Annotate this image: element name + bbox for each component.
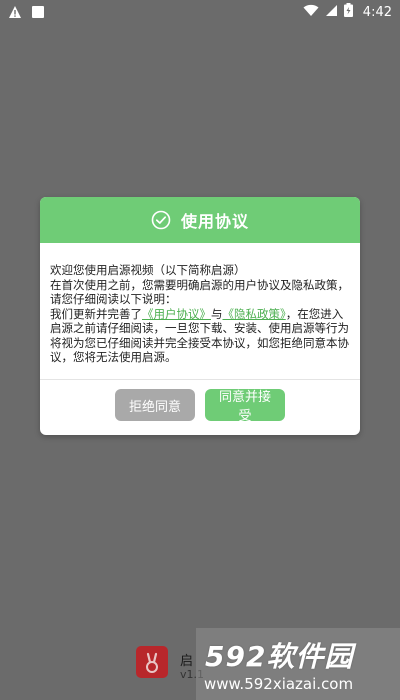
check-circle-icon [151,210,171,230]
agreement-dialog: 使用协议 欢迎您使用启源视频（以下简称启源） 在首次使用之前，您需要明确启源的用… [40,197,360,435]
signal-icon [325,4,338,21]
dialog-actions: 拒绝同意 同意并接受 [40,380,360,424]
body-intro: 欢迎您使用启源视频（以下简称启源） [50,263,246,277]
user-agreement-link[interactable]: 《用户协议》 [142,307,211,321]
status-right: 4:42 [303,3,400,21]
privacy-policy-link[interactable]: 《隐私政策》 [223,307,286,321]
warning-icon [8,5,22,19]
dialog-body: 欢迎您使用启源视频（以下简称启源） 在首次使用之前，您需要明确启源的用户协议及隐… [40,243,360,371]
watermark-url: www.592xiazai.com [204,675,354,693]
reject-button[interactable]: 拒绝同意 [115,389,195,421]
wifi-icon [303,4,319,21]
screen: 4:42 使用协议 欢迎您使用启源视频（以下简称启源） 在首次使用之前，您需要明… [0,0,400,700]
agree-button[interactable]: 同意并接受 [205,389,285,424]
app-name: 启 [180,654,194,669]
status-left [0,5,44,19]
status-bar: 4:42 [0,0,400,24]
body-update-prefix: 我们更新并完善了 [50,306,142,321]
app-logo-icon [136,646,168,678]
dialog-header: 使用协议 [40,197,360,243]
notification-square-icon [32,6,44,18]
body-line2: 在首次使用之前，您需要明确启源的用户协议及隐私政策，请您仔细阅读以下说明： [50,277,349,307]
body-update: 我们更新并完善了《用户协议》与《隐私政策》，在您进入启源之前请仔细阅读，一旦您下… [50,307,351,365]
and-text: 与 [211,306,223,321]
dialog-title: 使用协议 [180,212,249,231]
status-time: 4:42 [362,4,392,20]
watermark-title: 592软件园 [205,640,354,673]
battery-icon [343,3,353,21]
